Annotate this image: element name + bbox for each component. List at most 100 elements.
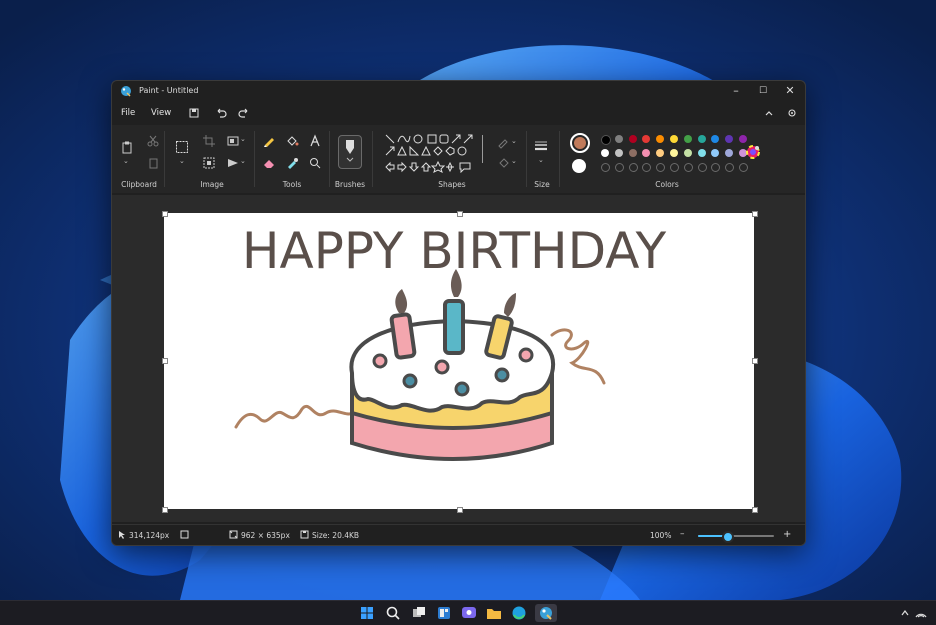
- shapes-gallery[interactable]: [384, 133, 480, 173]
- palette-color-swatch[interactable]: [628, 149, 637, 157]
- shape-fill-icon[interactable]: [497, 156, 511, 170]
- task-view-icon[interactable]: [410, 604, 428, 622]
- size-chevron-icon[interactable]: ⌄: [538, 156, 544, 164]
- palette-color-swatch[interactable]: [697, 149, 706, 157]
- text-tool-icon[interactable]: [308, 134, 322, 148]
- edge-browser-icon[interactable]: [510, 604, 528, 622]
- copy-icon[interactable]: [146, 156, 160, 170]
- palette-color-swatch[interactable]: [628, 135, 637, 143]
- maximize-button[interactable]: ☐: [750, 82, 776, 100]
- custom-color-slot[interactable]: [642, 163, 652, 172]
- palette-color-swatch[interactable]: [683, 149, 692, 157]
- menu-file[interactable]: File: [121, 108, 135, 118]
- palette-color-swatch[interactable]: [670, 135, 678, 143]
- custom-color-slot[interactable]: [670, 163, 679, 172]
- save-icon[interactable]: [187, 106, 201, 120]
- palette-color-swatch[interactable]: [601, 135, 611, 145]
- shapes-scrollbar[interactable]: [482, 135, 483, 163]
- canvas-resize-handle[interactable]: [162, 211, 168, 217]
- palette-color-swatch[interactable]: [614, 149, 623, 157]
- zoom-slider[interactable]: [698, 535, 774, 537]
- canvas-resize-handle[interactable]: [457, 211, 463, 217]
- palette-color-swatch[interactable]: [614, 135, 623, 143]
- title-bar[interactable]: Paint - Untitled – ☐ ✕: [112, 81, 805, 101]
- magnifier-icon[interactable]: [308, 156, 322, 170]
- fill-icon[interactable]: [285, 134, 299, 148]
- custom-color-slot[interactable]: [739, 163, 748, 172]
- collapse-ribbon-icon[interactable]: [762, 106, 776, 120]
- canvas-resize-handle[interactable]: [162, 507, 168, 513]
- zoom-percentage[interactable]: 100%: [650, 531, 671, 540]
- resize-chevron-icon[interactable]: ⌄: [240, 135, 246, 143]
- system-tray[interactable]: [900, 607, 930, 622]
- canvas-resize-handle[interactable]: [457, 507, 463, 513]
- group-label-clipboard: Clipboard: [121, 180, 157, 189]
- custom-color-slot[interactable]: [711, 163, 721, 172]
- rotate-chevron-icon[interactable]: ⌄: [240, 157, 246, 165]
- chat-icon[interactable]: [460, 604, 478, 622]
- zoom-slider-thumb[interactable]: [722, 531, 735, 543]
- select-all-icon[interactable]: [202, 156, 216, 170]
- palette-color-swatch[interactable]: [670, 149, 678, 157]
- redo-icon[interactable]: [237, 106, 251, 120]
- canvas-resize-handle[interactable]: [752, 358, 758, 364]
- cut-icon[interactable]: [146, 134, 160, 148]
- menu-view[interactable]: View: [151, 108, 171, 118]
- file-explorer-icon[interactable]: [485, 604, 503, 622]
- custom-color-slot[interactable]: [628, 163, 638, 172]
- zoom-in-button[interactable]: +: [783, 529, 791, 540]
- canvas-resize-handle[interactable]: [752, 211, 758, 217]
- canvas-text-happy-birthday: HAPPY BIRTHDAY: [242, 222, 667, 280]
- eraser-icon[interactable]: [262, 156, 276, 170]
- custom-color-slot[interactable]: [697, 163, 707, 172]
- palette-color-swatch[interactable]: [642, 149, 651, 157]
- brushes-button[interactable]: [338, 135, 362, 169]
- palette-color-swatch[interactable]: [601, 149, 609, 157]
- rotate-icon[interactable]: [226, 156, 240, 170]
- undo-icon[interactable]: [214, 106, 228, 120]
- settings-icon[interactable]: [785, 106, 799, 120]
- palette-color-swatch[interactable]: [656, 135, 665, 143]
- image-dimensions: 962 × 635px: [241, 531, 290, 540]
- close-button[interactable]: ✕: [777, 82, 803, 100]
- palette-color-swatch[interactable]: [711, 135, 720, 143]
- palette-color-swatch[interactable]: [683, 135, 692, 143]
- outline-chevron-icon[interactable]: ⌄: [511, 137, 517, 145]
- outline-icon[interactable]: [497, 136, 511, 150]
- paint-taskbar-icon[interactable]: [535, 604, 557, 622]
- primary-color-ring[interactable]: [570, 133, 590, 153]
- custom-color-slot[interactable]: [656, 163, 666, 172]
- palette-color-swatch[interactable]: [656, 149, 665, 157]
- edit-colors-icon[interactable]: [746, 145, 760, 159]
- canvas-resize-handle[interactable]: [162, 358, 168, 364]
- palette-color-swatch[interactable]: [739, 135, 747, 143]
- minimize-button[interactable]: –: [723, 82, 749, 100]
- windows-start-icon[interactable]: [358, 604, 376, 622]
- color-picker-icon[interactable]: [285, 156, 299, 170]
- pencil-icon[interactable]: [262, 134, 276, 148]
- select-chevron-icon[interactable]: ⌄: [179, 157, 185, 165]
- drawing-canvas[interactable]: HAPPY BIRTHDAY: [164, 213, 754, 509]
- brush-icon: [346, 140, 354, 162]
- widgets-icon[interactable]: [435, 604, 453, 622]
- size-icon[interactable]: [534, 139, 548, 153]
- palette-color-swatch[interactable]: [725, 135, 734, 143]
- palette-color-swatch[interactable]: [711, 149, 720, 157]
- paste-chevron-icon[interactable]: ⌄: [123, 157, 129, 165]
- search-icon[interactable]: [384, 604, 402, 622]
- custom-color-slot[interactable]: [614, 163, 624, 172]
- resize-icon[interactable]: [226, 134, 240, 148]
- paste-icon[interactable]: [120, 140, 134, 154]
- crop-icon[interactable]: [202, 134, 216, 148]
- secondary-color-swatch[interactable]: [572, 159, 586, 173]
- custom-color-slot[interactable]: [601, 163, 610, 172]
- shape-fill-chevron-icon[interactable]: ⌄: [511, 157, 517, 165]
- select-icon[interactable]: [175, 140, 189, 154]
- palette-color-swatch[interactable]: [725, 149, 734, 157]
- custom-color-slot[interactable]: [683, 163, 693, 172]
- canvas-resize-handle[interactable]: [752, 507, 758, 513]
- custom-color-slot[interactable]: [725, 163, 735, 172]
- zoom-out-button[interactable]: –: [680, 529, 685, 539]
- palette-color-swatch[interactable]: [642, 135, 651, 143]
- palette-color-swatch[interactable]: [697, 135, 706, 143]
